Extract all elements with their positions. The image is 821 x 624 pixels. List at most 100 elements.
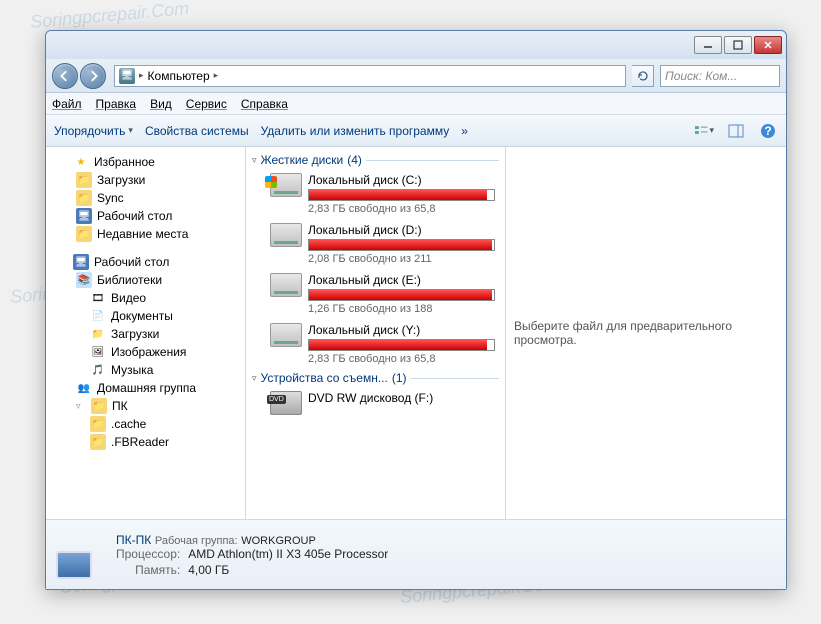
- chevron-right-icon: ▸: [139, 70, 144, 81]
- nav-libraries[interactable]: 📚Библиотеки: [46, 271, 245, 289]
- menu-edit[interactable]: Правка: [96, 97, 137, 111]
- computer-name: ПК-ПК Рабочая группа: WORKGROUP: [116, 532, 388, 547]
- folder-icon: 📁: [90, 434, 106, 450]
- drive-free-text: 2,83 ГБ свободно из 65,8: [308, 353, 495, 365]
- drive-usage-bar: [308, 339, 495, 351]
- hard-drive-icon: [270, 173, 302, 197]
- drive-name: Локальный диск (E:): [308, 273, 495, 287]
- desktop-icon: 🖥: [73, 254, 89, 270]
- titlebar: [46, 31, 786, 59]
- drive-usage-bar: [308, 289, 495, 301]
- group-removable[interactable]: ▿ Устройства со съемн... (1): [246, 369, 505, 387]
- forward-button[interactable]: [80, 63, 106, 89]
- menu-view[interactable]: Вид: [150, 97, 172, 111]
- cpu-value: AMD Athlon(tm) II X3 405e Processor: [188, 547, 388, 561]
- folder-icon: 📁: [76, 172, 92, 188]
- nav-downloads2[interactable]: 📁Загрузки: [46, 325, 245, 343]
- drive-name: Локальный диск (D:): [308, 223, 495, 237]
- details-pane: ПК-ПК Рабочая группа: WORKGROUP Процессо…: [46, 519, 786, 589]
- nav-recent[interactable]: 📁Недавние места: [46, 225, 245, 243]
- chevron-right-icon: ▸: [214, 70, 219, 81]
- minimize-button[interactable]: [694, 36, 722, 54]
- recent-icon: 📁: [76, 226, 92, 242]
- menu-bar: Файл Правка Вид Сервис Справка: [46, 93, 786, 115]
- drive-name: Локальный диск (C:): [308, 173, 495, 187]
- breadcrumb-location[interactable]: Компьютер: [148, 69, 210, 83]
- cpu-label: Процессор:: [116, 547, 180, 561]
- back-button[interactable]: [52, 63, 78, 89]
- explorer-window: 🖥 ▸ Компьютер ▸ Поиск: Ком... Файл Правк…: [45, 30, 787, 590]
- nav-documents[interactable]: 📄Документы: [46, 307, 245, 325]
- collapse-icon: ▿: [252, 373, 257, 384]
- help-button[interactable]: ?: [758, 121, 778, 141]
- drive-free-text: 1,26 ГБ свободно из 188: [308, 303, 495, 315]
- organize-button[interactable]: Упорядочить ▾: [54, 124, 133, 138]
- drive-item[interactable]: Локальный диск (E:) 1,26 ГБ свободно из …: [246, 269, 505, 319]
- hard-drive-icon: [270, 323, 302, 347]
- hard-drive-icon: [270, 273, 302, 297]
- menu-tools[interactable]: Сервис: [186, 97, 227, 111]
- video-icon: 🎞: [90, 290, 106, 306]
- nav-cache[interactable]: 📁.cache: [46, 415, 245, 433]
- nav-pc[interactable]: ▿📁ПК: [46, 397, 245, 415]
- drive-item[interactable]: Локальный диск (C:) 2,83 ГБ свободно из …: [246, 169, 505, 219]
- homegroup-icon: 👥: [76, 380, 92, 396]
- hard-drive-icon: [270, 223, 302, 247]
- breadcrumb[interactable]: 🖥 ▸ Компьютер ▸: [114, 65, 626, 87]
- maximize-button[interactable]: [724, 36, 752, 54]
- nav-favorites[interactable]: ★Избранное: [46, 153, 245, 171]
- drive-free-text: 2,08 ГБ свободно из 211: [308, 253, 495, 265]
- folder-icon: 📁: [90, 416, 106, 432]
- user-folder-icon: 📁: [91, 398, 107, 414]
- drive-name: Локальный диск (Y:): [308, 323, 495, 337]
- more-button[interactable]: »: [461, 124, 468, 138]
- nav-fbreader[interactable]: 📁.FBReader: [46, 433, 245, 451]
- menu-file[interactable]: Файл: [52, 97, 82, 111]
- pictures-icon: 🖼: [90, 344, 106, 360]
- nav-homegroup[interactable]: 👥Домашняя группа: [46, 379, 245, 397]
- view-mode-button[interactable]: ▾: [694, 121, 714, 141]
- memory-label: Память:: [116, 563, 180, 577]
- nav-desktop-fav[interactable]: 🖥Рабочий стол: [46, 207, 245, 225]
- memory-value: 4,00 ГБ: [188, 563, 388, 577]
- navigation-pane: ★Избранное 📁Загрузки 📁Sync 🖥Рабочий стол…: [46, 147, 246, 519]
- system-properties-button[interactable]: Свойства системы: [145, 124, 249, 138]
- drive-usage-bar: [308, 239, 495, 251]
- libraries-icon: 📚: [76, 272, 92, 288]
- preview-pane-button[interactable]: [726, 121, 746, 141]
- computer-large-icon: [56, 531, 104, 579]
- drive-usage-bar: [308, 189, 495, 201]
- document-icon: 📄: [90, 308, 106, 324]
- preview-placeholder: Выберите файл для предварительного просм…: [514, 319, 778, 347]
- svg-text:?: ?: [764, 124, 771, 138]
- drive-item[interactable]: Локальный диск (Y:) 2,83 ГБ свободно из …: [246, 319, 505, 369]
- menu-help[interactable]: Справка: [241, 97, 288, 111]
- nav-downloads[interactable]: 📁Загрузки: [46, 171, 245, 189]
- command-bar: Упорядочить ▾ Свойства системы Удалить и…: [46, 115, 786, 147]
- drive-item[interactable]: Локальный диск (D:) 2,08 ГБ свободно из …: [246, 219, 505, 269]
- watermark: Soringpcrepair.Com: [29, 0, 190, 33]
- address-bar: 🖥 ▸ Компьютер ▸ Поиск: Ком...: [46, 59, 786, 93]
- preview-pane: Выберите файл для предварительного просм…: [506, 147, 786, 519]
- folder-icon: 📁: [76, 190, 92, 206]
- uninstall-button[interactable]: Удалить или изменить программу: [261, 124, 450, 138]
- search-input[interactable]: Поиск: Ком...: [660, 65, 780, 87]
- close-button[interactable]: [754, 36, 782, 54]
- nav-desktop[interactable]: 🖥Рабочий стол: [46, 253, 245, 271]
- drive-dvd[interactable]: DVD RW дисковод (F:): [246, 387, 505, 419]
- nav-videos[interactable]: 🎞Видео: [46, 289, 245, 307]
- folder-icon: 📁: [90, 326, 106, 342]
- collapse-icon: ▿: [252, 155, 257, 166]
- group-hard-drives[interactable]: ▿ Жесткие диски (4): [246, 151, 505, 169]
- dvd-drive-icon: [270, 391, 302, 415]
- drive-free-text: 2,83 ГБ свободно из 65,8: [308, 203, 495, 215]
- nav-sync[interactable]: 📁Sync: [46, 189, 245, 207]
- music-icon: 🎵: [90, 362, 106, 378]
- desktop-icon: 🖥: [76, 208, 92, 224]
- star-icon: ★: [73, 154, 89, 170]
- computer-icon: 🖥: [119, 68, 135, 84]
- nav-pictures[interactable]: 🖼Изображения: [46, 343, 245, 361]
- refresh-button[interactable]: [632, 65, 654, 87]
- nav-music[interactable]: 🎵Музыка: [46, 361, 245, 379]
- content-pane: ▿ Жесткие диски (4) Локальный диск (C:) …: [246, 147, 506, 519]
